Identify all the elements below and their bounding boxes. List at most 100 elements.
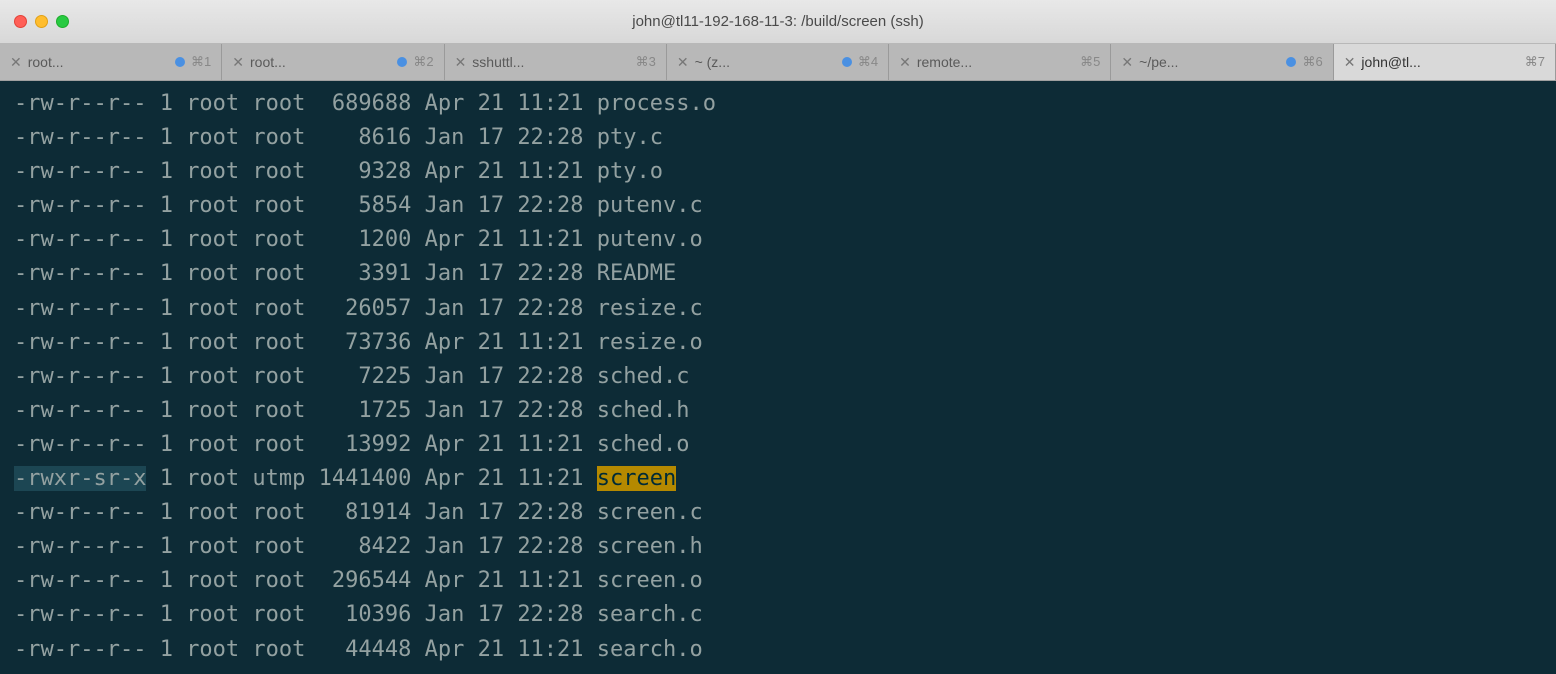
file-meta: 1 root root 1200 Apr 21 11:21 — [146, 227, 596, 252]
titlebar: john@tl11-192-168-11-3: /build/screen (s… — [0, 0, 1556, 44]
close-icon[interactable]: ✕ — [899, 54, 911, 71]
file-permissions: -rw-r--r-- — [14, 534, 146, 559]
close-icon[interactable]: ✕ — [677, 54, 689, 71]
file-name: resize.c — [597, 296, 703, 321]
file-meta: 1 root root 689688 Apr 21 11:21 — [146, 91, 596, 116]
file-permissions: -rwxr-sr-x — [14, 466, 146, 491]
file-permissions: -rw-r--r-- — [14, 227, 146, 252]
file-name: README — [597, 261, 676, 286]
file-meta: 1 root root 10396 Jan 17 22:28 — [146, 602, 596, 627]
file-permissions: -rw-r--r-- — [14, 296, 146, 321]
tab-2[interactable]: ✕ root... ⌘2 — [222, 44, 444, 80]
file-name: sched.o — [597, 432, 690, 457]
file-meta: 1 root root 8616 Jan 17 22:28 — [146, 125, 596, 150]
file-permissions: -rw-r--r-- — [14, 261, 146, 286]
file-permissions: -rw-r--r-- — [14, 398, 146, 423]
tab-7[interactable]: ✕ john@tl... ⌘7 — [1334, 44, 1556, 80]
file-name: putenv.o — [597, 227, 703, 252]
maximize-button[interactable] — [56, 15, 69, 28]
tab-4[interactable]: ✕ ~ (z... ⌘4 — [667, 44, 889, 80]
file-meta: 1 root root 13992 Apr 21 11:21 — [146, 432, 596, 457]
tab-label: root... — [28, 54, 169, 70]
tab-label: ~/pe... — [1139, 54, 1280, 70]
file-permissions: -rw-r--r-- — [14, 125, 146, 150]
tab-shortcut: ⌘3 — [636, 54, 656, 70]
file-meta: 1 root root 81914 Jan 17 22:28 — [146, 500, 596, 525]
file-permissions: -rw-r--r-- — [14, 500, 146, 525]
file-row: -rw-r--r-- 1 root root 10396 Jan 17 22:2… — [14, 598, 1542, 632]
tab-3[interactable]: ✕ sshuttl... ⌘3 — [445, 44, 667, 80]
tab-1[interactable]: ✕ root... ⌘1 — [0, 44, 222, 80]
file-row: -rwxr-sr-x 1 root utmp 1441400 Apr 21 11… — [14, 462, 1542, 496]
file-name: sched.h — [597, 398, 690, 423]
file-permissions: -rw-r--r-- — [14, 602, 146, 627]
file-name: pty.c — [597, 125, 663, 150]
file-permissions: -rw-r--r-- — [14, 568, 146, 593]
close-button[interactable] — [14, 15, 27, 28]
tab-label: ~ (z... — [695, 54, 836, 70]
tab-shortcut: ⌘6 — [1302, 54, 1322, 70]
tab-shortcut: ⌘4 — [858, 54, 878, 70]
file-row: -rw-r--r-- 1 root root 13992 Apr 21 11:2… — [14, 428, 1542, 462]
file-name: screen.o — [597, 568, 703, 593]
tab-bar: ✕ root... ⌘1 ✕ root... ⌘2 ✕ sshuttl... ⌘3 ✕ ~ (z..… — [0, 44, 1556, 81]
file-permissions: -rw-r--r-- — [14, 193, 146, 218]
file-row: -rw-r--r-- 1 root root 26057 Jan 17 22:2… — [14, 292, 1542, 326]
terminal-window: john@tl11-192-168-11-3: /build/screen (s… — [0, 0, 1556, 674]
file-permissions: -rw-r--r-- — [14, 159, 146, 184]
tab-label: sshuttl... — [472, 54, 629, 70]
file-permissions: -rw-r--r-- — [14, 330, 146, 355]
file-meta: 1 root root 1725 Jan 17 22:28 — [146, 398, 596, 423]
file-name: process.o — [597, 91, 716, 116]
close-icon[interactable]: ✕ — [10, 54, 22, 71]
tab-shortcut: ⌘2 — [413, 54, 433, 70]
file-row: -rw-r--r-- 1 root root 689688 Apr 21 11:… — [14, 87, 1542, 121]
window-title: john@tl11-192-168-11-3: /build/screen (s… — [14, 13, 1542, 30]
close-icon[interactable]: ✕ — [232, 54, 244, 71]
minimize-button[interactable] — [35, 15, 48, 28]
tab-label: root... — [250, 54, 391, 70]
close-icon[interactable]: ✕ — [1344, 54, 1356, 71]
file-row: -rw-r--r-- 1 root root 5854 Jan 17 22:28… — [14, 189, 1542, 223]
file-meta: 1 root root 8422 Jan 17 22:28 — [146, 534, 596, 559]
file-row: -rw-r--r-- 1 root root 296544 Apr 21 11:… — [14, 564, 1542, 598]
activity-dot-icon — [175, 57, 185, 67]
file-name: screen.h — [597, 534, 703, 559]
file-meta: 1 root root 3391 Jan 17 22:28 — [146, 261, 596, 286]
file-meta: 1 root utmp 1441400 Apr 21 11:21 — [146, 466, 596, 491]
file-meta: 1 root root 73736 Apr 21 11:21 — [146, 330, 596, 355]
file-row: -rw-r--r-- 1 root root 1725 Jan 17 22:28… — [14, 394, 1542, 428]
tab-label: john@tl... — [1361, 54, 1518, 70]
file-permissions: -rw-r--r-- — [14, 432, 146, 457]
tab-5[interactable]: ✕ remote... ⌘5 — [889, 44, 1111, 80]
file-name: screen — [597, 466, 676, 491]
file-name: search.o — [597, 637, 703, 662]
file-row: -rw-r--r-- 1 root root 8422 Jan 17 22:28… — [14, 530, 1542, 564]
file-meta: 1 root root 9328 Apr 21 11:21 — [146, 159, 596, 184]
file-meta: 1 root root 44448 Apr 21 11:21 — [146, 637, 596, 662]
close-icon[interactable]: ✕ — [455, 54, 467, 71]
close-icon[interactable]: ✕ — [1121, 54, 1133, 71]
file-permissions: -rw-r--r-- — [14, 364, 146, 389]
tab-shortcut: ⌘5 — [1080, 54, 1100, 70]
activity-dot-icon — [397, 57, 407, 67]
file-permissions: -rw-r--r-- — [14, 91, 146, 116]
tab-shortcut: ⌘1 — [191, 54, 211, 70]
file-row: -rw-r--r-- 1 root root 73736 Apr 21 11:2… — [14, 326, 1542, 360]
file-name: putenv.c — [597, 193, 703, 218]
activity-dot-icon — [1286, 57, 1296, 67]
file-name: screen.c — [597, 500, 703, 525]
activity-dot-icon — [842, 57, 852, 67]
file-row: -rw-r--r-- 1 root root 7225 Jan 17 22:28… — [14, 360, 1542, 394]
file-row: -rw-r--r-- 1 root root 9328 Apr 21 11:21… — [14, 155, 1542, 189]
tab-shortcut: ⌘7 — [1525, 54, 1545, 70]
file-row: -rw-r--r-- 1 root root 8616 Jan 17 22:28… — [14, 121, 1542, 155]
tab-6[interactable]: ✕ ~/pe... ⌘6 — [1111, 44, 1333, 80]
file-row: -rw-r--r-- 1 root root 81914 Jan 17 22:2… — [14, 496, 1542, 530]
terminal-content[interactable]: -rw-r--r-- 1 root root 689688 Apr 21 11:… — [0, 81, 1556, 674]
file-row: -rw-r--r-- 1 root root 44448 Apr 21 11:2… — [14, 633, 1542, 667]
traffic-lights — [14, 15, 69, 28]
tab-label: remote... — [917, 54, 1074, 70]
file-name: pty.o — [597, 159, 663, 184]
file-name: resize.o — [597, 330, 703, 355]
